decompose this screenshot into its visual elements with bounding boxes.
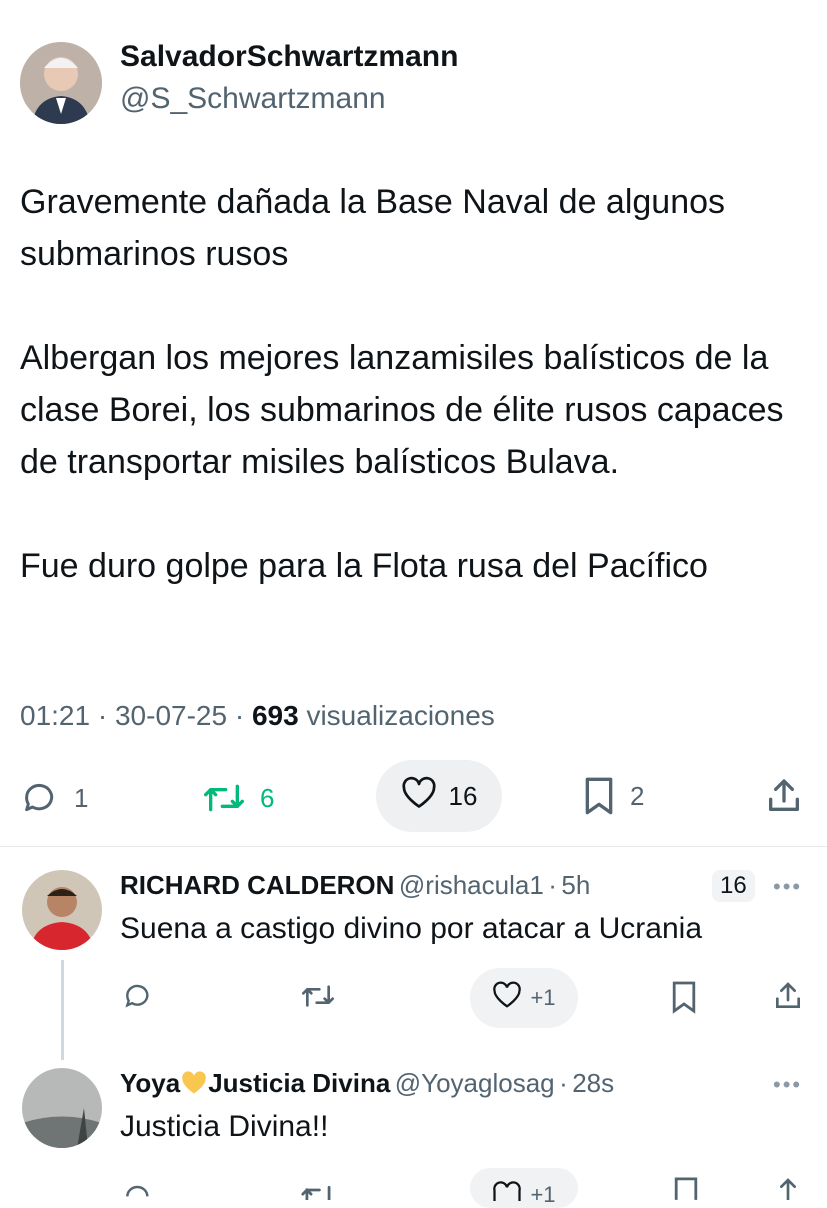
thread-line	[61, 960, 64, 1060]
reply-author-handle[interactable]: @Yoyaglosag	[395, 1068, 555, 1098]
retweet-icon	[300, 1185, 336, 1204]
reply-header: RICHARD CALDERON @rishacula1 · 5h	[120, 870, 590, 901]
author-handle[interactable]: @S_Schwartzmann	[120, 82, 386, 116]
reply-avatar[interactable]	[22, 870, 102, 950]
bookmark-button[interactable]: 2	[582, 776, 644, 816]
reply-time[interactable]: 5h	[561, 870, 590, 900]
reply-share-button[interactable]	[772, 980, 804, 1017]
meta-separator: ·	[559, 1068, 568, 1098]
reply-badge: 16	[712, 870, 755, 902]
reply-count: 1	[74, 782, 89, 813]
retweet-button[interactable]: 6	[202, 778, 274, 818]
view-count: 693	[251, 700, 299, 731]
reply-text: Suena a castigo divino por atacar a Ucra…	[120, 912, 703, 945]
reply-time[interactable]: 28s	[572, 1068, 614, 1098]
retweet-count: 6	[260, 782, 275, 813]
reply-icon	[20, 778, 60, 818]
reply-retweet-button[interactable]	[300, 980, 336, 1017]
share-icon	[772, 1178, 804, 1204]
reply-text: Justicia Divina!!	[120, 1110, 329, 1143]
bookmark-count: 2	[630, 780, 645, 811]
reply-author-name-part2[interactable]: Justicia Divina	[208, 1068, 390, 1098]
share-icon	[764, 776, 804, 816]
meta-separator: ·	[97, 700, 115, 731]
reply-author-name[interactable]: RICHARD CALDERON	[120, 870, 394, 900]
heart-icon	[492, 981, 522, 1015]
reply-button[interactable]: 1	[20, 778, 88, 818]
like-count: 16	[448, 780, 478, 811]
bookmark-icon	[582, 776, 616, 816]
tweet-text: Gravemente dañada la Base Naval de algun…	[20, 183, 784, 585]
tweet-date[interactable]: 30-07-25	[115, 700, 227, 731]
reply-like-button[interactable]: +1	[470, 1168, 578, 1208]
share-button[interactable]	[764, 776, 804, 816]
reply-comment-button[interactable]	[122, 1178, 154, 1205]
reply-share-button[interactable]	[772, 1176, 804, 1205]
like-button[interactable]: 16	[376, 760, 502, 832]
more-icon[interactable]: •••	[773, 1072, 802, 1098]
reply-like-button[interactable]: +1	[470, 968, 578, 1028]
reply-bookmark-button[interactable]	[672, 1176, 700, 1205]
reply-icon	[122, 984, 154, 1016]
bookmark-icon	[670, 981, 698, 1018]
yellow-heart-icon	[180, 1070, 208, 1101]
retweet-icon	[202, 778, 246, 818]
reply-bookmark-button[interactable]	[670, 980, 698, 1019]
reply-avatar[interactable]	[22, 1068, 102, 1148]
reply-author-name-part1[interactable]: Yoya	[120, 1068, 180, 1098]
retweet-icon	[300, 985, 336, 1016]
reply-author-handle[interactable]: @rishacula1	[399, 870, 544, 900]
tweet-time[interactable]: 01:21	[20, 700, 90, 731]
tweet-meta: 01:21 · 30-07-25 · 693 visualizaciones	[20, 700, 495, 732]
meta-separator: ·	[234, 700, 252, 731]
reply-retweet-button[interactable]	[300, 1180, 336, 1205]
share-icon	[772, 982, 804, 1016]
reply-like-label: +1	[530, 1182, 556, 1207]
views-label: visualizaciones	[306, 700, 495, 731]
meta-separator: ·	[548, 870, 557, 900]
author-name[interactable]: SalvadorSchwartzmann	[120, 40, 458, 74]
author-avatar[interactable]	[20, 42, 102, 124]
reply-comment-button[interactable]	[122, 980, 154, 1017]
reply-icon	[122, 1185, 154, 1204]
reply-like-label: +1	[530, 985, 556, 1010]
divider	[0, 846, 827, 847]
bookmark-icon	[672, 1177, 700, 1204]
reply-header: Yoya Justicia Divina @Yoyaglosag · 28s	[120, 1068, 614, 1101]
heart-icon	[492, 1180, 522, 1208]
heart-icon	[401, 776, 437, 817]
more-icon[interactable]: •••	[773, 874, 802, 900]
